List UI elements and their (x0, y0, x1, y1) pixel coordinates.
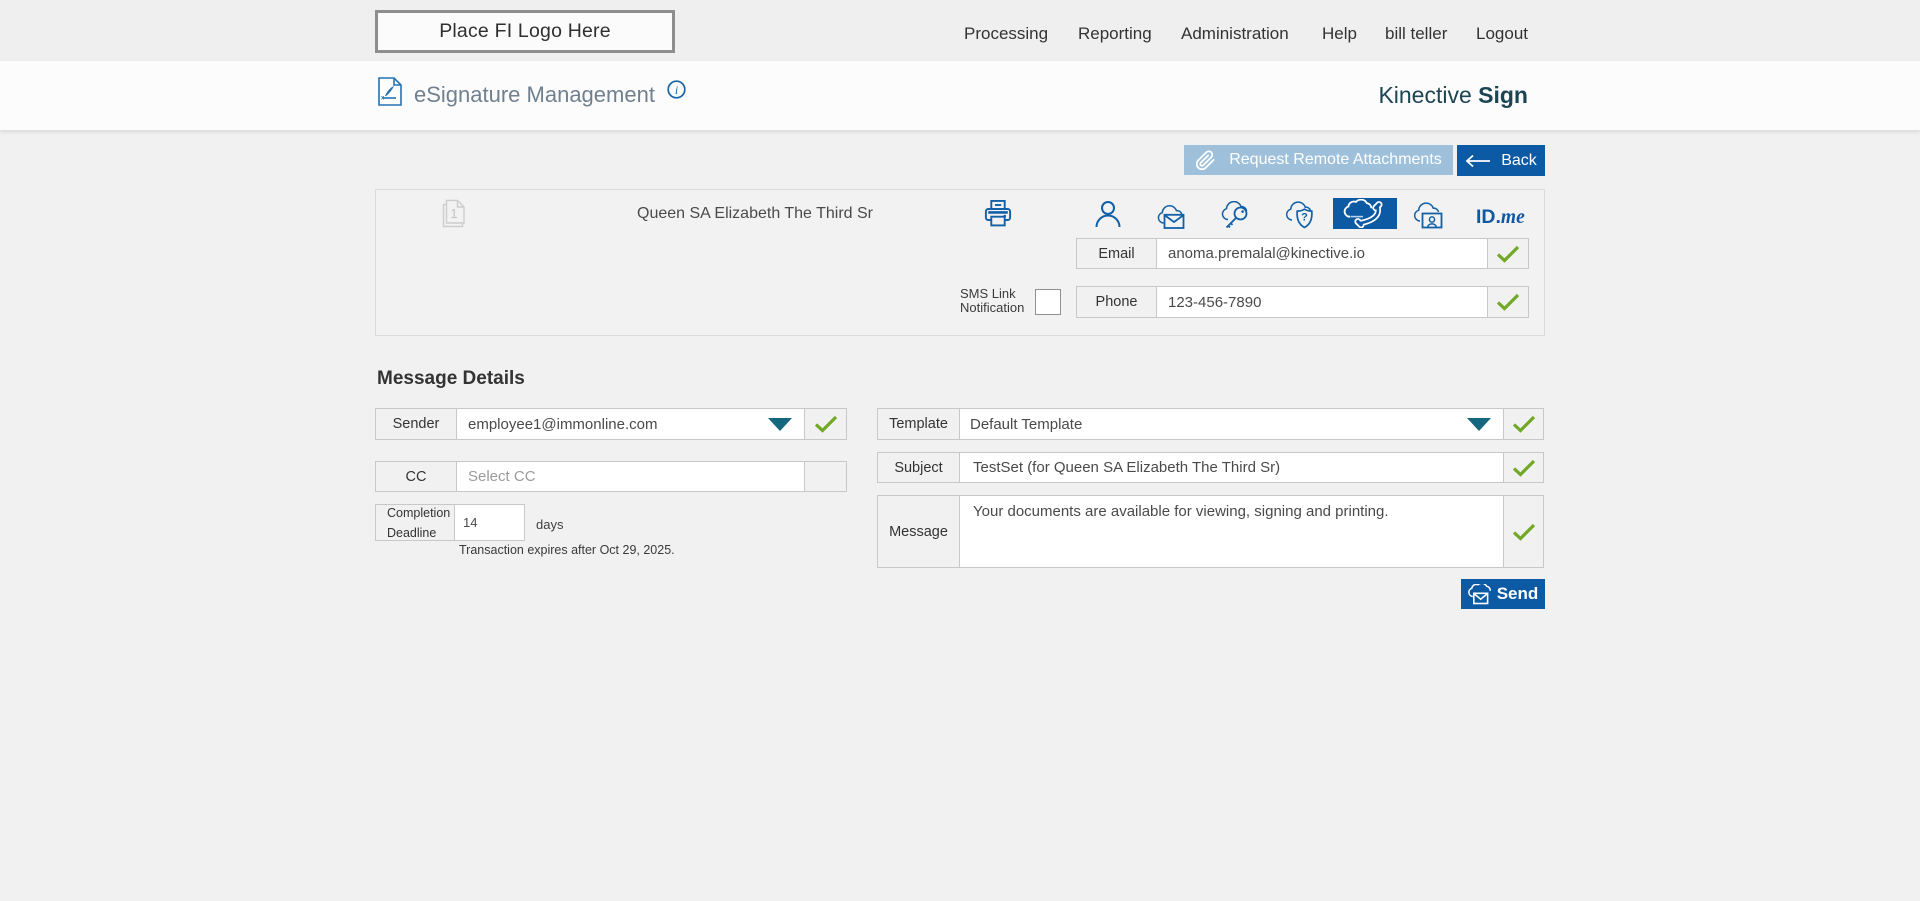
svg-text:1: 1 (450, 206, 457, 221)
svg-text:i: i (675, 83, 678, 97)
svg-text:?: ? (1301, 212, 1308, 224)
